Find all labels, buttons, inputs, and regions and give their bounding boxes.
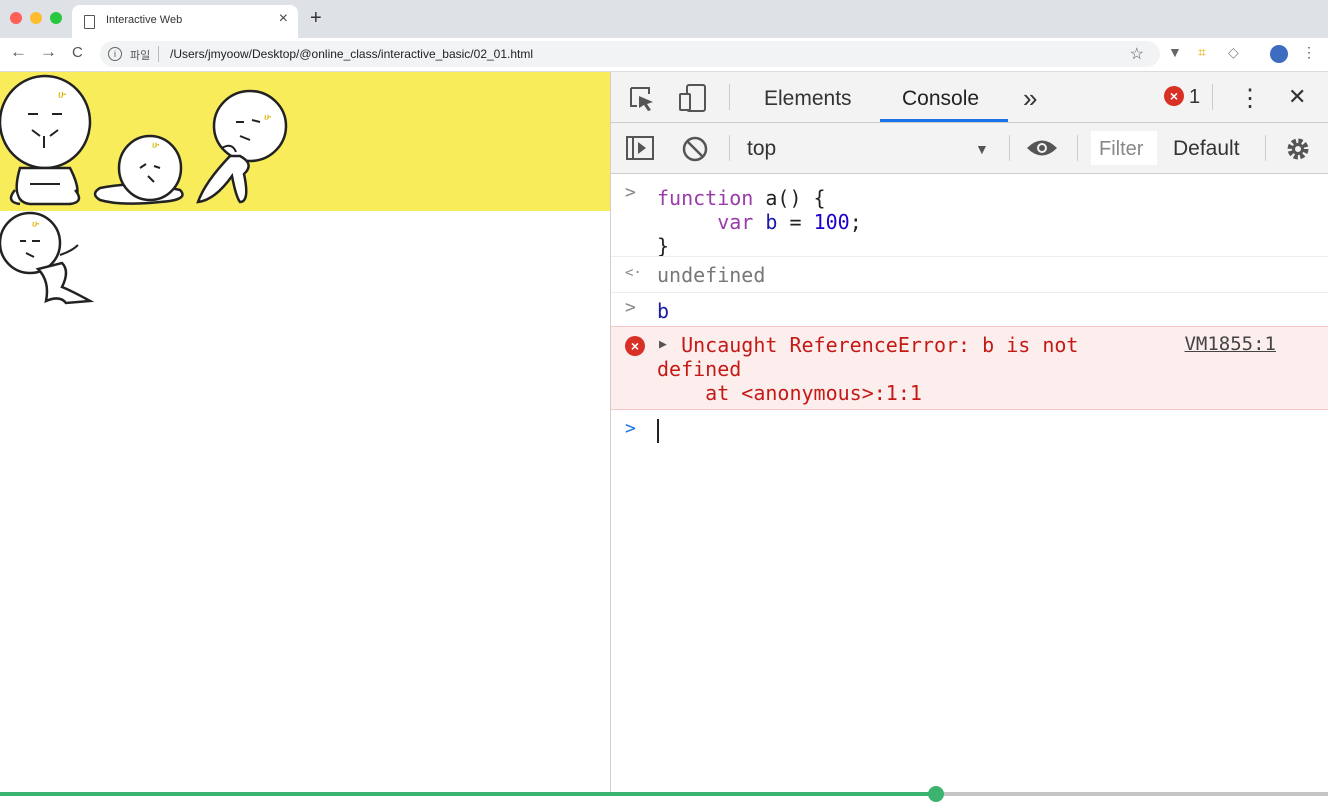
tab-elements[interactable]: Elements (764, 87, 852, 111)
video-progress-fill (0, 792, 936, 796)
close-devtools-icon[interactable]: ✕ (1288, 84, 1306, 110)
back-icon[interactable]: ← (10, 43, 27, 60)
error-message: Uncaught ReferenceError: b is not define… (657, 333, 1079, 405)
error-icon: × (625, 336, 645, 356)
minimize-window-button[interactable] (30, 12, 42, 24)
extension-tag-icon[interactable]: ◇ (1228, 44, 1239, 61)
show-sidebar-icon[interactable] (625, 135, 655, 163)
console-input-text: b (657, 299, 670, 323)
new-tab-button[interactable]: + (310, 8, 322, 28)
svg-text:ሁ: ሁ (58, 89, 67, 101)
error-count[interactable]: 1 (1189, 86, 1200, 109)
extension-filter-icon[interactable]: ▼ (1168, 44, 1182, 60)
inspect-element-icon[interactable] (627, 84, 657, 112)
input-prompt-icon: > (625, 182, 636, 203)
input-prompt-icon: > (625, 297, 636, 318)
profile-avatar[interactable] (1270, 45, 1288, 63)
toolbar-separator (729, 84, 730, 110)
devtools-menu-icon[interactable]: ⋮ (1238, 84, 1262, 113)
console-toolbar: top ▼ Filter Default (611, 123, 1328, 174)
tab-title: Interactive Web (106, 14, 183, 26)
settings-gear-icon[interactable] (1284, 135, 1312, 163)
log-level-selector[interactable]: Default (1173, 137, 1240, 161)
browser-tab[interactable]: Interactive Web × (72, 5, 298, 38)
toolbar-separator (729, 135, 730, 161)
tab-close-icon[interactable]: × (279, 11, 288, 27)
more-tabs-icon[interactable]: » (1023, 83, 1037, 114)
console-error-entry: × Uncaught ReferenceError: b is not defi… (611, 326, 1328, 410)
toolbar-separator (1077, 135, 1078, 161)
browser-toolbar: ← → C i 파일 /Users/jmyoow/Desktop/@online… (0, 38, 1328, 72)
toolbar-separator (1009, 135, 1010, 161)
console-prompt-icon: > (625, 418, 636, 439)
close-window-button[interactable] (10, 12, 22, 24)
error-source-link[interactable]: VM1855:1 (1184, 333, 1276, 355)
expand-triangle-icon[interactable]: ▶ (659, 337, 667, 352)
cartoon-characters-illustration: ሁ ሁ ሁ (0, 74, 288, 206)
error-count-icon[interactable]: × (1164, 86, 1184, 106)
reload-icon[interactable]: C (72, 45, 83, 60)
browser-menu-icon[interactable]: ⋮ (1302, 44, 1316, 61)
device-toolbar-icon[interactable] (677, 82, 709, 114)
extension-ladder-icon[interactable]: ⌗ (1198, 44, 1206, 61)
console-output[interactable]: > function a() { var b = 100; } <· undef… (611, 174, 1328, 792)
console-input-entry: > b (611, 292, 1328, 327)
address-bar[interactable]: i 파일 /Users/jmyoow/Desktop/@online_class… (100, 41, 1160, 67)
console-input-entry: > function a() { var b = 100; } (611, 180, 1328, 260)
clear-console-icon[interactable] (681, 135, 709, 163)
toolbar-separator (1212, 84, 1213, 110)
toolbar-separator (1265, 135, 1266, 161)
live-expression-eye-icon[interactable] (1025, 137, 1059, 159)
video-progress-handle[interactable] (928, 786, 944, 802)
filter-input[interactable]: Filter (1091, 131, 1157, 165)
active-tab-indicator (880, 119, 1008, 122)
context-dropdown-icon[interactable]: ▼ (975, 141, 989, 157)
svg-text:ሁ: ሁ (264, 112, 272, 123)
console-result-entry: <· undefined (611, 256, 1328, 293)
forward-icon[interactable]: → (40, 43, 57, 60)
url-text[interactable]: /Users/jmyoow/Desktop/@online_class/inte… (170, 47, 533, 61)
running-character-illustration: ሁ (0, 211, 95, 305)
context-selector[interactable]: top (747, 137, 776, 161)
yellow-banner: ሁ ሁ ሁ (0, 72, 610, 211)
console-code: function a() { var b = 100; } (657, 186, 862, 258)
page-icon (84, 15, 95, 29)
filter-placeholder: Filter (1099, 138, 1144, 160)
bookmark-star-icon[interactable]: ☆ (1130, 44, 1144, 64)
result-value: undefined (657, 263, 766, 287)
tab-console[interactable]: Console (902, 87, 979, 111)
output-prompt-icon: <· (625, 265, 642, 281)
svg-text:ሁ: ሁ (152, 140, 160, 151)
devtools-tab-bar: Elements Console » × 1 ⋮ ✕ (611, 72, 1328, 123)
devtools-panel: Elements Console » × 1 ⋮ ✕ top ▼ Filter (611, 72, 1328, 792)
page-viewport: ሁ ሁ ሁ ሁ (0, 72, 610, 792)
svg-text:ሁ: ሁ (32, 219, 40, 230)
maximize-window-button[interactable] (50, 12, 62, 24)
info-icon[interactable]: i (108, 47, 122, 61)
scheme-label: 파일 (130, 50, 151, 62)
browser-titlebar: Interactive Web × + (0, 0, 1328, 38)
omnibox-separator (158, 46, 159, 62)
console-text-cursor[interactable] (657, 419, 659, 443)
